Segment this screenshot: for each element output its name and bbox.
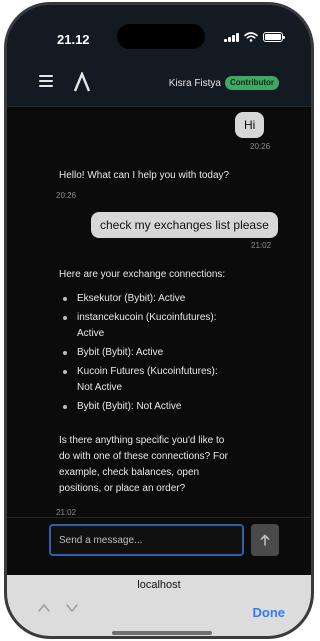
status-icons xyxy=(224,32,285,42)
status-time: 21.12 xyxy=(57,32,90,47)
user-name[interactable]: Kisra Fistya xyxy=(169,78,221,89)
connection-name-status: Bybit (Bybit): Active xyxy=(77,347,164,358)
screen: 21.12 Kisra Fistya Contributor Hi 20:26 … xyxy=(7,5,311,636)
chevron-down-icon[interactable] xyxy=(65,601,79,615)
assistant-message-outro: Is there anything specific you'd like to… xyxy=(59,433,269,497)
list-item: Kucoin Futures (Kucoinfutures): Not Acti… xyxy=(59,364,259,396)
send-arrow-icon xyxy=(260,534,270,546)
outro-line: positions, or place an order? xyxy=(59,483,186,494)
keyboard-toolbar: Done xyxy=(7,601,311,621)
list-item: Bybit (Bybit): Not Active xyxy=(59,399,259,415)
send-button[interactable] xyxy=(251,524,279,556)
connection-name-status: Eksekutor (Bybit): Active xyxy=(77,293,186,304)
outro-line: do with one of these connections? For xyxy=(59,451,228,462)
connection-name: instancekucoin (Kucoinfutures): xyxy=(77,312,217,323)
list-item: instancekucoin (Kucoinfutures): Active xyxy=(59,310,259,342)
outro-line: Is there anything specific you'd like to xyxy=(59,435,225,446)
user-message-bubble: Hi xyxy=(235,112,265,138)
connection-status: Not Active xyxy=(77,382,123,393)
dynamic-island xyxy=(117,24,205,49)
message-timestamp: 21:02 xyxy=(251,241,272,250)
app-header: Kisra Fistya Contributor xyxy=(7,57,311,107)
home-indicator xyxy=(112,631,212,635)
message-composer xyxy=(7,517,311,565)
chevron-up-icon[interactable] xyxy=(37,601,51,615)
chat-thread[interactable]: Hi 20:26 Hello! What can I help you with… xyxy=(7,107,311,517)
outro-line: example, check balances, open xyxy=(59,467,200,478)
cellular-signal-icon xyxy=(224,32,239,42)
role-badge: Contributor xyxy=(225,76,279,90)
user-message-bubble: check my exchanges list please xyxy=(91,212,278,238)
url-label[interactable]: localhost xyxy=(7,579,311,591)
list-item: Eksekutor (Bybit): Active xyxy=(59,291,259,307)
exchange-connections-list: Eksekutor (Bybit): Active instancekucoin… xyxy=(59,291,259,418)
connection-status: Active xyxy=(77,328,105,339)
list-item: Bybit (Bybit): Active xyxy=(59,345,259,361)
app-logo-icon[interactable] xyxy=(73,72,91,92)
connection-name: Kucoin Futures (Kucoinfutures): xyxy=(77,366,218,377)
wifi-icon xyxy=(244,32,258,42)
hamburger-menu-icon[interactable] xyxy=(39,75,53,87)
message-input[interactable] xyxy=(49,524,244,556)
message-timestamp: 21:02 xyxy=(56,508,77,517)
battery-icon xyxy=(263,32,285,42)
done-button[interactable]: Done xyxy=(253,605,286,620)
assistant-message: Hello! What can I help you with today? xyxy=(59,170,230,181)
connection-name-status: Bybit (Bybit): Not Active xyxy=(77,401,182,412)
message-timestamp: 20:26 xyxy=(56,191,77,200)
phone-frame: 21.12 Kisra Fistya Contributor Hi 20:26 … xyxy=(4,2,314,639)
assistant-message-intro: Here are your exchange connections: xyxy=(59,269,226,280)
message-timestamp: 20:26 xyxy=(250,142,271,151)
browser-bottom-bar: localhost Done xyxy=(7,575,311,636)
status-bar: 21.12 xyxy=(7,5,311,57)
